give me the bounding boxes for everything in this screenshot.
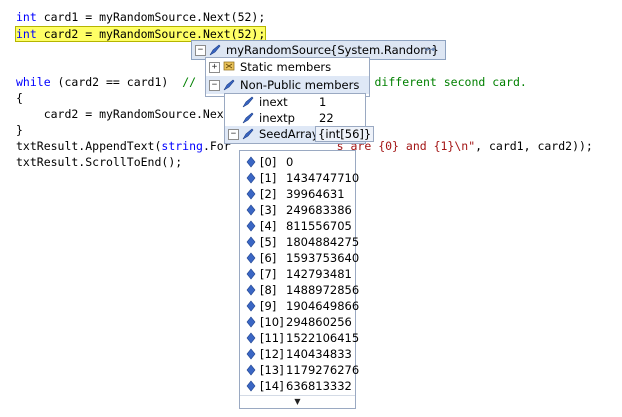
array-element-icon [246,380,256,392]
field-icon [209,44,221,56]
seedarray-value[interactable]: 1522106415 [286,330,359,346]
seedarray-index: [7] [260,267,277,281]
seedarray-index: [9] [260,299,277,313]
non-public-members-row[interactable]: − Non-Public members [206,76,369,94]
seedarray-item[interactable]: [7] 142793481 [240,266,355,282]
array-element-icon [246,252,256,264]
seedarray-item[interactable]: [13] 1179276276 [240,362,359,378]
field-name: inextp [259,111,295,125]
seedarray-item[interactable]: [9] 1904649866 [240,298,359,314]
seedarray-index: [4] [260,219,277,233]
code-line-1[interactable]: int card1 = myRandomSource.Next(52); [16,9,265,25]
seedarray-index: [11] [260,331,284,345]
seedarray-value[interactable]: 249683386 [286,202,352,218]
seedarray-value[interactable]: 1804884275 [286,234,359,250]
seedarray-value[interactable]: 0 [286,154,293,170]
static-members-label[interactable]: Static members [240,59,331,75]
seedarray-index: [13] [260,363,284,377]
array-element-icon [246,172,256,184]
seedarray-index: [1] [260,171,277,185]
collapse-seedarray[interactable]: − [228,129,239,140]
field-name: inext [259,95,288,109]
field-icon [223,79,235,91]
seedarray-item[interactable]: [14] 636813332 [240,378,355,394]
expand-static-members[interactable]: + [209,62,220,73]
seedarray-value[interactable]: 1179276276 [286,362,359,378]
seedarray-item[interactable]: [5] 1804884275 [240,234,359,250]
code-line-6[interactable]: } [16,122,23,138]
array-element-icon [246,332,256,344]
fields-panel: inext 1 inextp 22 − SeedArray {int[56]} [224,93,375,144]
field-icon [242,112,254,124]
field-name: SeedArray [259,127,319,141]
pin-icon[interactable]: ⊶ [422,41,438,57]
seedarray-value[interactable]: 1434747710 [286,170,359,186]
seedarray-index: [8] [260,283,277,297]
field-value[interactable]: 1 [319,94,326,110]
members-panel: + Static members − Non-Public members [205,57,370,97]
code-line-8[interactable]: txtResult.ScrollToEnd(); [16,154,182,170]
seedarray-item[interactable]: [6] 1593753640 [240,250,359,266]
datatip-root-name: myRandomSource [226,43,332,57]
array-element-icon [246,188,256,200]
code-line-5[interactable]: card2 = myRandomSource.Nex [16,106,224,122]
seedarray-value[interactable]: 142793481 [286,266,352,282]
seedarray-index: [5] [260,235,277,249]
seedarray-index: [3] [260,203,277,217]
seedarray-item[interactable]: [4] 811556705 [240,218,355,234]
seedarray-item[interactable]: [10] 294860256 [240,314,355,330]
field-icon [242,96,254,108]
seedarray-value[interactable]: 294860256 [286,314,352,330]
seedarray-item[interactable]: [2] 39964631 [240,186,355,202]
seedarray-index: [10] [260,315,284,329]
seedarray-value[interactable]: 140434833 [286,346,352,362]
non-public-members-label: Non-Public members [240,78,360,92]
seedarray-index: [0] [260,155,277,169]
seedarray-item[interactable]: [0] 0 [240,154,355,170]
seedarray-value[interactable]: 1593753640 [286,250,359,266]
array-element-icon [246,348,256,360]
static-members-icon [223,61,235,71]
array-element-icon [246,284,256,296]
array-element-icon [246,236,256,248]
seedarray-value[interactable]: 636813332 [286,378,352,394]
array-element-icon [246,316,256,328]
code-line-4[interactable]: { [16,90,23,106]
seedarray-item[interactable]: [11] 1522106415 [240,330,359,346]
collapse-non-public[interactable]: − [209,80,220,91]
seedarray-index: [6] [260,251,277,265]
field-value[interactable]: {int[56]} [315,126,375,142]
seedarray-value[interactable]: 39964631 [286,186,345,202]
array-element-icon [246,204,256,216]
seedarray-value[interactable]: 1488972856 [286,282,359,298]
array-element-icon [246,364,256,376]
field-row-inextp[interactable]: inextp 22 [225,110,365,126]
field-row-inext[interactable]: inext 1 [225,94,365,110]
seedarray-item[interactable]: [3] 249683386 [240,202,355,218]
seedarray-list[interactable]: [0] 0 [1] 1434747710 [2] 39964631 [3] 249683386… [239,150,359,409]
seedarray-index: [2] [260,187,277,201]
seedarray-item[interactable]: [8] 1488972856 [240,282,359,298]
field-value[interactable]: 22 [319,110,334,126]
field-icon [242,128,254,140]
collapse-button[interactable]: − [195,45,206,56]
scroll-down-button[interactable]: ▼ [240,395,355,408]
seedarray-index: [12] [260,347,284,361]
array-element-icon [246,220,256,232]
seedarray-item[interactable]: [12] 140434833 [240,346,355,362]
seedarray-item[interactable]: [1] 1434747710 [240,170,359,186]
seedarray-value[interactable]: 1904649866 [286,298,359,314]
array-element-icon [246,300,256,312]
array-element-icon [246,156,256,168]
array-element-icon [246,268,256,280]
seedarray-value[interactable]: 811556705 [286,218,352,234]
seedarray-index: [14] [260,379,284,393]
field-row-seedarray[interactable]: − SeedArray {int[56]} [225,126,375,143]
